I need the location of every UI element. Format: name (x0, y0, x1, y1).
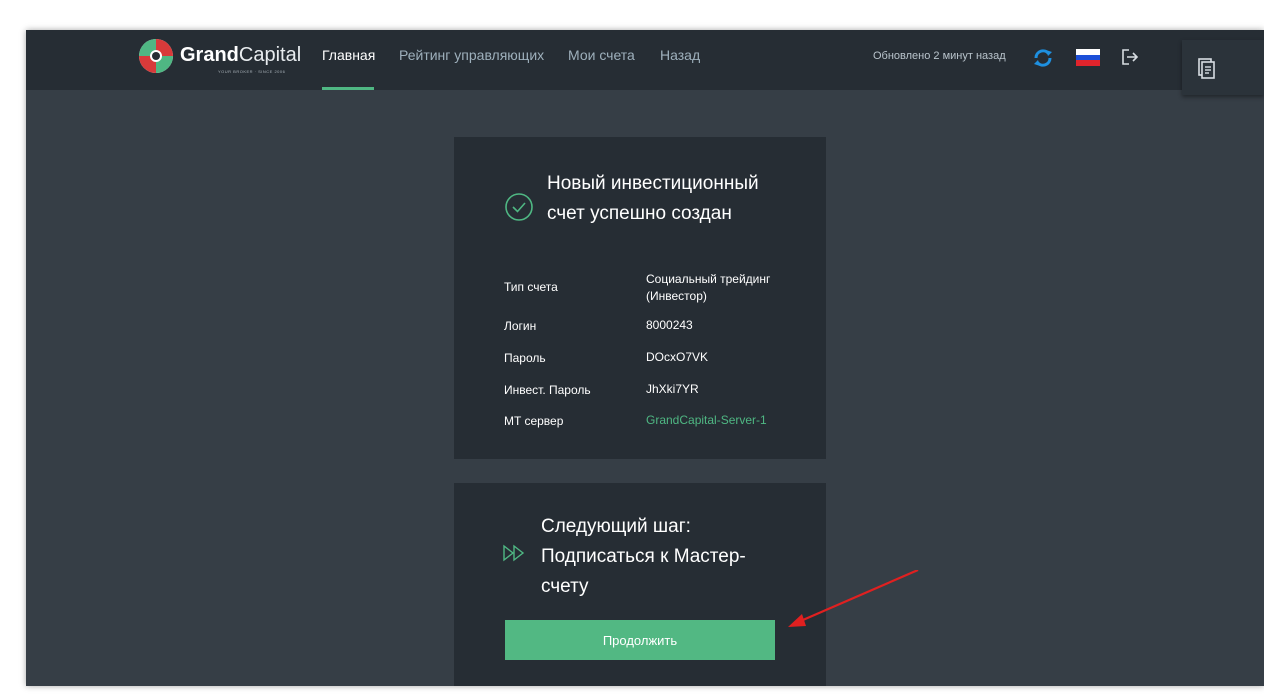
investor-password-label: Инвест. Пароль (504, 383, 591, 397)
check-circle-icon (505, 193, 533, 221)
annotation-arrow (788, 570, 919, 627)
password-value: DOcxO7VK (646, 350, 709, 364)
mt-server-label: MT сервер (504, 414, 564, 428)
nav-active-indicator (322, 87, 374, 90)
mt-server-value: GrandCapital-Server-1 (646, 413, 767, 427)
account-type-label: Тип счета (504, 280, 558, 294)
logout-icon[interactable] (1120, 47, 1140, 67)
continue-button[interactable]: Продолжить (505, 620, 775, 660)
login-value: 8000243 (646, 318, 693, 332)
side-panel-button[interactable] (1182, 40, 1264, 95)
last-updated-text: Обновлено 2 минут назад (873, 50, 1006, 62)
refresh-icon[interactable] (1032, 47, 1054, 69)
logo-tagline: YOUR BROKER · SINCE 2006 (218, 69, 286, 74)
next-step-card: Следующий шаг: Подписаться к Мастер-счет… (454, 483, 826, 686)
investor-password-value: JhXki7YR (646, 382, 699, 396)
account-created-title: Новый инвестиционный счет успешно создан (547, 173, 759, 224)
grandcapital-logo[interactable]: GrandCapital YOUR BROKER · SINCE 2006 (134, 38, 314, 82)
nav-item-managers-rating[interactable]: Рейтинг управляющих (399, 47, 544, 63)
fast-forward-icon (503, 544, 525, 562)
logo-mark-icon (139, 39, 173, 73)
login-label: Логин (504, 319, 537, 333)
next-step-title: Следующий шаг: Подписаться к Мастер-счет… (541, 516, 746, 597)
top-navigation-bar: GrandCapital YOUR BROKER · SINCE 2006 Гл… (26, 30, 1264, 90)
nav-item-my-accounts[interactable]: Мои счета (568, 47, 635, 63)
document-icon (1198, 58, 1215, 79)
nav-item-back[interactable]: Назад (660, 47, 700, 63)
account-type-value: Социальный трейдинг (Инвестор) (646, 272, 771, 303)
account-created-card: Новый инвестиционный счет успешно создан… (454, 137, 826, 459)
password-label: Пароль (504, 351, 546, 365)
nav-item-home[interactable]: Главная (322, 47, 375, 63)
app-frame: GrandCapital YOUR BROKER · SINCE 2006 Гл… (26, 30, 1264, 686)
logo-wordmark: GrandCapital (180, 44, 302, 66)
russian-flag-icon[interactable] (1076, 49, 1100, 66)
